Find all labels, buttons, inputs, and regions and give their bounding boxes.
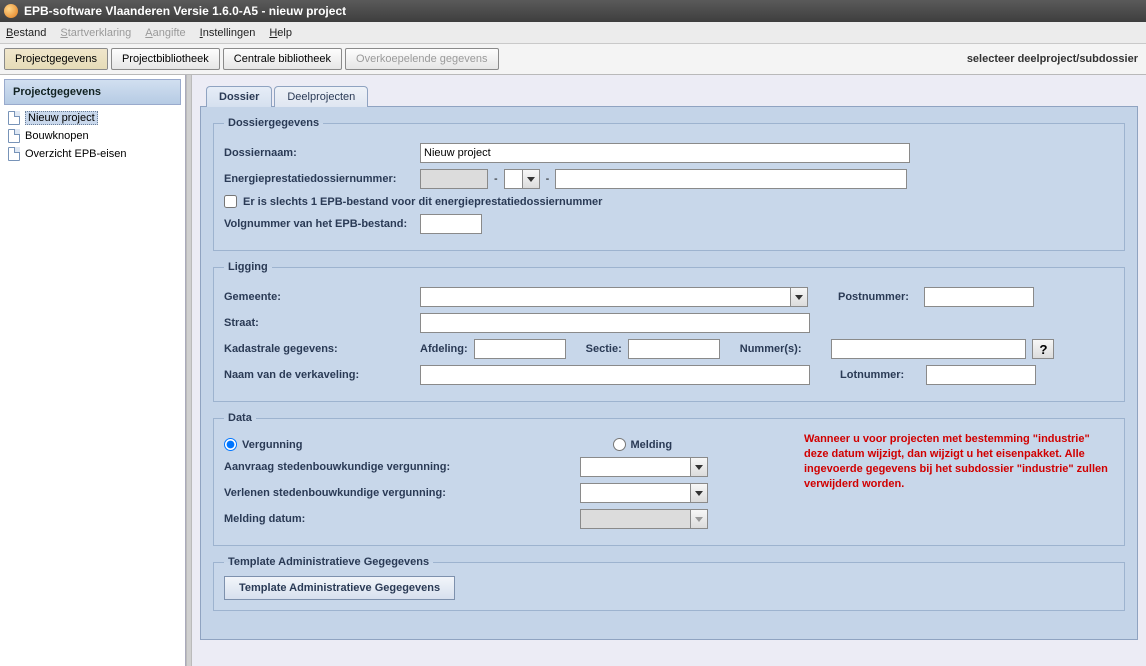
melding-date-input: [580, 509, 690, 529]
sectie-input[interactable]: [628, 339, 720, 359]
section-data: Data Vergunning Melding: [213, 412, 1125, 546]
menu-startverklaring: Startverklaring: [60, 27, 131, 39]
main-panel: Dossier Deelprojecten Dossiergegevens Do…: [192, 75, 1146, 666]
chevron-down-icon: [690, 509, 708, 529]
epd-label: Energieprestatiedossiernummer:: [224, 173, 414, 185]
aanvraag-date-input[interactable]: [580, 457, 690, 477]
radio-melding-label: Melding: [631, 439, 673, 451]
window-title: EPB-software Vlaanderen Versie 1.6.0-A5 …: [24, 4, 346, 18]
toolbar-tab-centrale-bibliotheek-seg: Centrale bibliotheek: [223, 48, 342, 70]
melding-datum-label: Melding datum:: [224, 513, 574, 525]
dossiernaam-input[interactable]: [420, 143, 910, 163]
chevron-down-icon[interactable]: [790, 287, 808, 307]
radio-vergunning-input[interactable]: [224, 438, 237, 451]
legend-template: Template Administratieve Gegegevens: [224, 556, 433, 568]
tree-item-overzicht-epb-eisen[interactable]: Overzicht EPB-eisen: [6, 145, 179, 163]
legend-dossiergegevens: Dossiergegevens: [224, 117, 323, 129]
dash: -: [494, 173, 498, 185]
section-template: Template Administratieve Gegegevens Temp…: [213, 556, 1125, 611]
content-tabs: Dossier Deelprojecten: [206, 86, 1138, 107]
app-icon: [4, 4, 18, 18]
aanvraag-date[interactable]: [580, 457, 708, 477]
tree-item-nieuw-project[interactable]: Nieuw project: [6, 109, 179, 127]
lotnummer-input[interactable]: [926, 365, 1036, 385]
nummers-label: Nummer(s):: [740, 343, 802, 355]
epd-part2-input[interactable]: [504, 169, 522, 189]
verkaveling-label: Naam van de verkaveling:: [224, 369, 414, 381]
legend-ligging: Ligging: [224, 261, 272, 273]
chevron-down-icon[interactable]: [690, 457, 708, 477]
volgnummer-label: Volgnummer van het EPB-bestand:: [224, 218, 414, 230]
verlenen-date[interactable]: [580, 483, 708, 503]
section-ligging: Ligging Gemeente: Postnummer: Straat:: [213, 261, 1125, 402]
tree-item-label: Overzicht EPB-eisen: [25, 148, 126, 160]
volgnummer-input[interactable]: [420, 214, 482, 234]
tree: Nieuw project Bouwknopen Overzicht EPB-e…: [0, 109, 185, 169]
tab-body: Dossiergegevens Dossiernaam: Energiepres…: [200, 106, 1138, 640]
radio-melding[interactable]: Melding: [613, 438, 673, 451]
legend-data: Data: [224, 412, 256, 424]
chevron-down-icon[interactable]: [690, 483, 708, 503]
titlebar: EPB-software Vlaanderen Versie 1.6.0-A5 …: [0, 0, 1146, 22]
toolbar-tab-overkoepelende: Overkoepelende gegevens: [346, 49, 497, 69]
toolbar-tab-projectbibliotheek-seg: Projectbibliotheek: [111, 48, 220, 70]
radio-vergunning[interactable]: Vergunning: [224, 438, 303, 451]
menu-help[interactable]: Help: [269, 27, 292, 39]
kadastraal-label: Kadastrale gegevens:: [224, 343, 414, 355]
sectie-label: Sectie:: [586, 343, 622, 355]
postnummer-label: Postnummer:: [838, 291, 918, 303]
verlenen-date-input[interactable]: [580, 483, 690, 503]
nummers-input[interactable]: [831, 339, 1026, 359]
body-row: Projectgegevens Nieuw project Bouwknopen…: [0, 75, 1146, 666]
menu-instellingen[interactable]: Instellingen: [200, 27, 256, 39]
straat-input[interactable]: [420, 313, 810, 333]
dossiernaam-label: Dossiernaam:: [224, 147, 414, 159]
tab-deelprojecten[interactable]: Deelprojecten: [274, 86, 368, 107]
left-panel: Projectgegevens Nieuw project Bouwknopen…: [0, 75, 186, 666]
afdeling-label: Afdeling:: [420, 343, 468, 355]
verlenen-label: Verlenen stedenbouwkundige vergunning:: [224, 487, 574, 499]
tree-item-label: Nieuw project: [25, 111, 98, 125]
epd-part2-combo[interactable]: [504, 169, 540, 189]
gemeente-input[interactable]: [420, 287, 790, 307]
toolbar-right-label: selecteer deelproject/subdossier: [967, 53, 1142, 65]
epd-part3-input[interactable]: [555, 169, 907, 189]
document-icon: [8, 129, 20, 143]
tree-header: Projectgegevens: [4, 79, 181, 105]
document-icon: [8, 111, 20, 125]
aanvraag-label: Aanvraag stedenbouwkundige vergunning:: [224, 461, 574, 473]
data-warning: Wanneer u voor projecten met bestemming …: [804, 432, 1114, 491]
toolbar-tab-projectgegevens[interactable]: Projectgegevens: [5, 49, 107, 69]
single-epb-label: Er is slechts 1 EPB-bestand voor dit ene…: [243, 196, 602, 208]
toolbar-tab-overkoepelende-seg: Overkoepelende gegevens: [345, 48, 498, 70]
verkaveling-input[interactable]: [420, 365, 810, 385]
dash: -: [546, 173, 550, 185]
tree-item-label: Bouwknopen: [25, 130, 89, 142]
radio-vergunning-label: Vergunning: [242, 439, 303, 451]
radio-melding-input[interactable]: [613, 438, 626, 451]
straat-label: Straat:: [224, 317, 414, 329]
template-button[interactable]: Template Administratieve Gegegevens: [224, 576, 455, 600]
toolbar-tab-projectbibliotheek[interactable]: Projectbibliotheek: [112, 49, 219, 69]
gemeente-combo[interactable]: [420, 287, 808, 307]
toolbar: Projectgegevens Projectbibliotheek Centr…: [0, 44, 1146, 75]
afdeling-input[interactable]: [474, 339, 566, 359]
tree-item-bouwknopen[interactable]: Bouwknopen: [6, 127, 179, 145]
menubar: Bestand Startverklaring Aangifte Instell…: [0, 22, 1146, 44]
lotnummer-label: Lotnummer:: [840, 369, 920, 381]
document-icon: [8, 147, 20, 161]
single-epb-checkbox[interactable]: [224, 195, 237, 208]
epd-part1-input: [420, 169, 488, 189]
menu-bestand[interactable]: Bestand: [6, 27, 46, 39]
melding-date: [580, 509, 708, 529]
help-button[interactable]: ?: [1032, 339, 1054, 359]
chevron-down-icon[interactable]: [522, 169, 540, 189]
postnummer-input[interactable]: [924, 287, 1034, 307]
gemeente-label: Gemeente:: [224, 291, 414, 303]
tab-dossier[interactable]: Dossier: [206, 86, 272, 107]
section-dossiergegevens: Dossiergegevens Dossiernaam: Energiepres…: [213, 117, 1125, 251]
toolbar-tab-projectgegevens-seg: Projectgegevens: [4, 48, 108, 70]
menu-aangifte: Aangifte: [145, 27, 185, 39]
toolbar-tab-centrale-bibliotheek[interactable]: Centrale bibliotheek: [224, 49, 341, 69]
